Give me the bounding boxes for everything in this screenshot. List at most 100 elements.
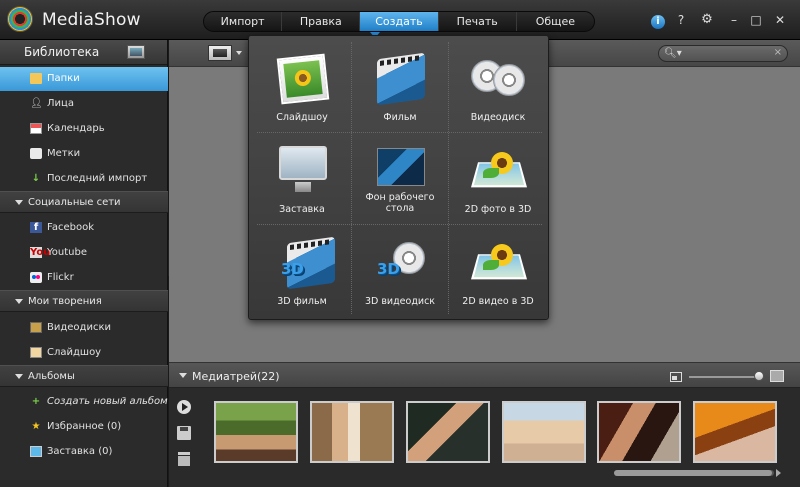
sidebar-item-label: Создать новый альбом bbox=[47, 396, 168, 407]
sidebar-item-screensaver[interactable]: Заставка (0) bbox=[0, 440, 168, 464]
youtube-icon: You bbox=[30, 247, 51, 258]
main-menu: Импорт Правка Создать Печать Общее bbox=[203, 11, 595, 32]
sidebar-item-favorites[interactable]: ★ Избранное (0) bbox=[0, 415, 168, 439]
media-tray bbox=[169, 388, 800, 487]
create-video-3d-button[interactable]: 2D видео в 3D bbox=[449, 224, 547, 316]
create-item-label: 2D фото в 3D bbox=[464, 204, 532, 215]
tray-tools bbox=[169, 388, 199, 487]
wallpaper-icon bbox=[377, 148, 425, 186]
leaf-icon bbox=[483, 260, 499, 270]
sidebar: Библиотека Папки 👤︎ Лица Календарь Метки… bbox=[0, 40, 168, 487]
sidebar-item-slideshows[interactable]: Слайдшоу bbox=[0, 341, 168, 365]
create-videodisc-button[interactable]: Видеодиск bbox=[449, 40, 547, 132]
thumbnail-3[interactable] bbox=[406, 401, 490, 463]
videodisc-3d-icon: 3D bbox=[377, 260, 400, 278]
search-icon[interactable]: 🔍︎▾ bbox=[664, 48, 682, 60]
sidebar-item-youtube[interactable]: You Youtube bbox=[0, 241, 168, 265]
create-screensaver-button[interactable]: Заставка bbox=[253, 132, 351, 224]
sidebar-item-new-album[interactable]: + Создать новый альбом bbox=[0, 390, 168, 414]
section-social[interactable]: Социальные сети bbox=[0, 191, 168, 213]
slider-handle[interactable] bbox=[754, 371, 764, 381]
tab-share[interactable]: Общее bbox=[517, 12, 594, 31]
videodisc-icon bbox=[30, 322, 42, 333]
create-wallpaper-button[interactable]: Фон рабочего стола bbox=[351, 132, 449, 224]
minimize-button[interactable]: – bbox=[726, 12, 742, 28]
sidebar-item-faces[interactable]: 👤︎ Лица bbox=[0, 92, 168, 116]
sidebar-item-label: Метки bbox=[47, 148, 81, 159]
create-3d-movie-button[interactable]: 3D 3D фильм bbox=[253, 224, 351, 316]
settings-button[interactable]: ⚙ bbox=[699, 12, 715, 28]
sidebar-item-label: Последний импорт bbox=[47, 173, 148, 184]
view-mode-button[interactable] bbox=[208, 45, 232, 61]
close-button[interactable]: ✕ bbox=[772, 12, 788, 28]
collapse-arrow-icon bbox=[15, 299, 23, 304]
title-bar: MediaShow Импорт Правка Создать Печать О… bbox=[0, 0, 800, 40]
create-movie-button[interactable]: Фильм bbox=[351, 40, 449, 132]
maximize-button[interactable]: □ bbox=[748, 12, 764, 28]
create-item-label: 3D видеодиск bbox=[364, 296, 436, 307]
sidebar-item-label: Папки bbox=[47, 73, 80, 84]
tab-edit[interactable]: Правка bbox=[282, 12, 361, 31]
sidebar-item-label: Flickr bbox=[47, 272, 74, 283]
trash-icon[interactable] bbox=[178, 452, 190, 466]
scrollbar-thumb[interactable] bbox=[614, 470, 772, 476]
flickr-icon bbox=[30, 272, 42, 283]
tag-icon bbox=[30, 148, 42, 159]
tab-import[interactable]: Импорт bbox=[204, 12, 283, 31]
create-slideshow-button[interactable]: Слайдшоу bbox=[253, 40, 351, 132]
collapse-arrow-icon[interactable] bbox=[179, 373, 187, 378]
section-my-creations[interactable]: Мои творения bbox=[0, 290, 168, 312]
faces-icon: 👤︎ bbox=[30, 98, 43, 109]
thumbnail-6[interactable] bbox=[693, 401, 777, 463]
save-icon[interactable] bbox=[177, 426, 191, 440]
sidebar-item-label: Слайдшоу bbox=[47, 347, 102, 358]
large-thumbnail-icon[interactable] bbox=[770, 370, 784, 382]
media-tray-title: Медиатрей bbox=[192, 370, 258, 383]
plus-icon: + bbox=[31, 396, 41, 407]
recent-import-icon: ↓ bbox=[31, 173, 41, 184]
chevron-down-icon[interactable] bbox=[236, 51, 242, 55]
thumbnail-size-slider[interactable] bbox=[689, 376, 759, 378]
tab-print[interactable]: Печать bbox=[439, 12, 517, 31]
info-button[interactable]: i bbox=[650, 12, 666, 29]
library-view-icon[interactable] bbox=[127, 45, 145, 59]
play-icon[interactable] bbox=[177, 400, 191, 414]
star-icon: ★ bbox=[31, 421, 41, 432]
create-3d-videodisc-button[interactable]: 3D 3D видеодиск bbox=[351, 224, 449, 316]
screensaver-icon bbox=[279, 146, 327, 192]
clear-search-icon[interactable]: × bbox=[774, 47, 782, 58]
sidebar-item-label: Лица bbox=[47, 98, 74, 109]
help-button[interactable]: ? bbox=[673, 12, 689, 28]
sidebar-item-calendar[interactable]: Календарь bbox=[0, 117, 168, 141]
thumbnail-1[interactable] bbox=[214, 401, 298, 463]
section-albums[interactable]: Альбомы bbox=[0, 365, 168, 387]
sidebar-item-tags[interactable]: Метки bbox=[0, 142, 168, 166]
thumbnail-2[interactable] bbox=[310, 401, 394, 463]
scroll-right-icon[interactable] bbox=[776, 469, 781, 477]
thumbnail-4[interactable] bbox=[502, 401, 586, 463]
movie-icon bbox=[377, 52, 425, 106]
tray-scrollbar[interactable] bbox=[614, 470, 774, 476]
leaf-icon bbox=[483, 168, 499, 178]
sidebar-item-flickr[interactable]: Flickr bbox=[0, 266, 168, 290]
create-photo-3d-button[interactable]: 2D фото в 3D bbox=[449, 132, 547, 224]
section-title: Социальные сети bbox=[28, 197, 121, 208]
media-tray-count: (22) bbox=[257, 370, 280, 383]
thumbnail-5[interactable] bbox=[597, 401, 681, 463]
sidebar-item-folders[interactable]: Папки bbox=[0, 67, 168, 91]
search-input[interactable] bbox=[681, 47, 767, 60]
sidebar-item-label: Календарь bbox=[47, 123, 105, 134]
sidebar-item-label: Facebook bbox=[47, 222, 94, 233]
facebook-icon: f bbox=[30, 222, 42, 233]
collapse-arrow-icon bbox=[15, 374, 23, 379]
sidebar-item-label: Youtube bbox=[47, 247, 87, 258]
videodisc-icon bbox=[493, 64, 525, 96]
screensaver-icon bbox=[30, 446, 42, 457]
small-thumbnail-icon[interactable] bbox=[670, 372, 682, 382]
sidebar-item-videodiscs[interactable]: Видеодиски bbox=[0, 316, 168, 340]
tab-create[interactable]: Создать bbox=[360, 12, 439, 31]
library-header: Библиотека bbox=[0, 40, 167, 65]
sidebar-item-facebook[interactable]: f Facebook bbox=[0, 216, 168, 240]
sidebar-item-recent-import[interactable]: ↓ Последний импорт bbox=[0, 167, 168, 191]
section-title: Мои творения bbox=[28, 296, 102, 307]
